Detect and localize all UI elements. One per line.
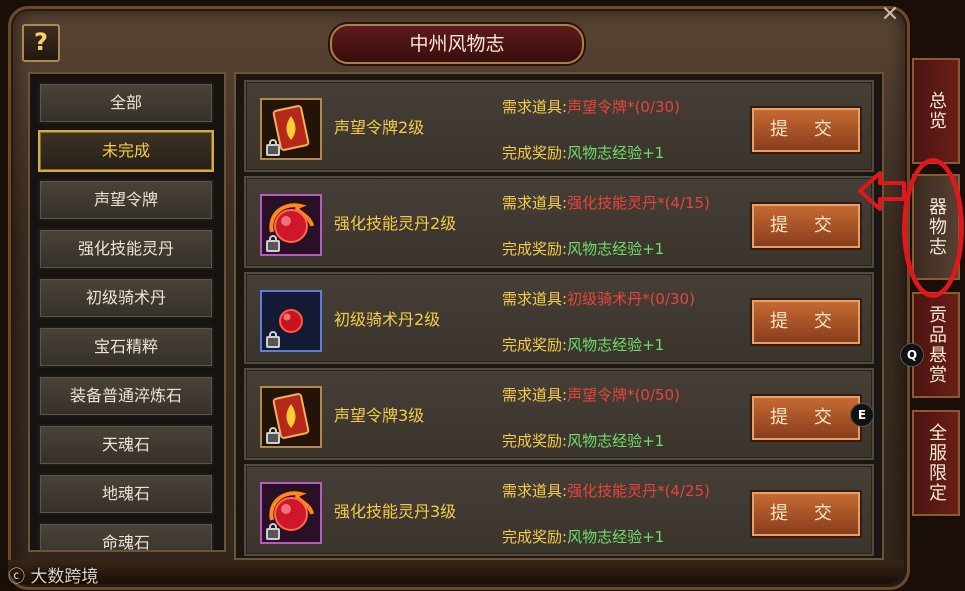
category-list: 全部 未完成 声望令牌 强化技能灵丹 初级骑术丹 宝石精粹 装备普通淬炼石 天魂… — [28, 72, 226, 552]
category-refining-stone[interactable]: 装备普通淬炼石 — [38, 375, 214, 417]
item-name: 初级骑术丹2级 — [334, 310, 441, 329]
submit-button[interactable]: 提 交 — [752, 108, 860, 152]
bottom-bar — [8, 560, 904, 584]
task-list: 声望令牌2级 需求道具:声望令牌*(0/30) 完成奖励:风物志经验+1 提 交… — [234, 72, 884, 560]
category-reputation-token[interactable]: 声望令牌 — [38, 179, 214, 221]
category-earth-soul-stone[interactable]: 地魂石 — [38, 473, 214, 515]
item-name: 声望令牌3级 — [334, 406, 425, 425]
watermark-logo-icon: ⓒ — [8, 567, 31, 587]
reward: 完成奖励:风物志经验+1 — [502, 144, 665, 162]
task-row: 强化技能灵丹2级 需求道具:强化技能灵丹*(4/15) 完成奖励:风物志经验+1… — [244, 176, 874, 268]
lock-icon — [266, 139, 280, 156]
category-riding-pill[interactable]: 初级骑术丹 — [38, 277, 214, 319]
item-slot[interactable] — [260, 290, 322, 352]
required-item: 需求道具:强化技能灵丹*(4/15) — [502, 194, 710, 212]
category-skill-pill[interactable]: 强化技能灵丹 — [38, 228, 214, 270]
task-row: 强化技能灵丹3级 需求道具:强化技能灵丹*(4/25) 完成奖励:风物志经验+1… — [244, 464, 874, 556]
category-incomplete[interactable]: 未完成 — [38, 130, 214, 172]
submit-button[interactable]: 提 交 — [752, 300, 860, 344]
category-gem-essence[interactable]: 宝石精粹 — [38, 326, 214, 368]
reward: 完成奖励:风物志经验+1 — [502, 432, 665, 450]
lock-icon — [266, 523, 280, 540]
annotation-arrow-icon — [858, 171, 906, 211]
item-name: 强化技能灵丹3级 — [334, 502, 457, 521]
task-row: 声望令牌2级 需求道具:声望令牌*(0/30) 完成奖励:风物志经验+1 提 交 — [244, 80, 874, 172]
task-row: 声望令牌3级 需求道具:声望令牌*(0/50) 完成奖励:风物志经验+1 提 交 — [244, 368, 874, 460]
item-slot[interactable] — [260, 386, 322, 448]
close-icon[interactable]: ✕ — [874, 2, 906, 27]
submit-button[interactable]: 提 交 — [752, 492, 860, 536]
item-slot[interactable] — [260, 482, 322, 544]
reward: 完成奖励:风物志经验+1 — [502, 528, 665, 546]
hotkey-q-badge: Q — [900, 343, 924, 367]
lock-icon — [266, 235, 280, 252]
tab-overview[interactable]: 总览 — [912, 58, 960, 164]
hotkey-e-badge: E — [850, 403, 874, 427]
task-row: 初级骑术丹2级 需求道具:初级骑术丹*(0/30) 完成奖励:风物志经验+1 提… — [244, 272, 874, 364]
annotation-circle — [902, 158, 964, 298]
lock-icon — [266, 427, 280, 444]
item-name: 声望令牌2级 — [334, 118, 425, 137]
required-item: 需求道具:声望令牌*(0/30) — [502, 98, 680, 116]
window-title: 中州风物志 — [330, 24, 584, 64]
lock-icon — [266, 331, 280, 348]
required-item: 需求道具:声望令牌*(0/50) — [502, 386, 680, 404]
category-all[interactable]: 全部 — [38, 82, 214, 124]
watermark: ⓒ 大数跨境 — [8, 567, 99, 587]
required-item: 需求道具:强化技能灵丹*(4/25) — [502, 482, 710, 500]
tab-server-limited[interactable]: 全服限定 — [912, 410, 960, 516]
required-item: 需求道具:初级骑术丹*(0/30) — [502, 290, 695, 308]
submit-button[interactable]: 提 交 — [752, 204, 860, 248]
help-button[interactable]: ? — [22, 24, 60, 62]
category-life-soul-stone[interactable]: 命魂石 — [38, 522, 214, 550]
reward: 完成奖励:风物志经验+1 — [502, 240, 665, 258]
item-slot[interactable] — [260, 98, 322, 160]
submit-button[interactable]: 提 交 — [752, 396, 860, 440]
item-name: 强化技能灵丹2级 — [334, 214, 457, 233]
item-slot[interactable] — [260, 194, 322, 256]
reward: 完成奖励:风物志经验+1 — [502, 336, 665, 354]
category-heaven-soul-stone[interactable]: 天魂石 — [38, 424, 214, 466]
